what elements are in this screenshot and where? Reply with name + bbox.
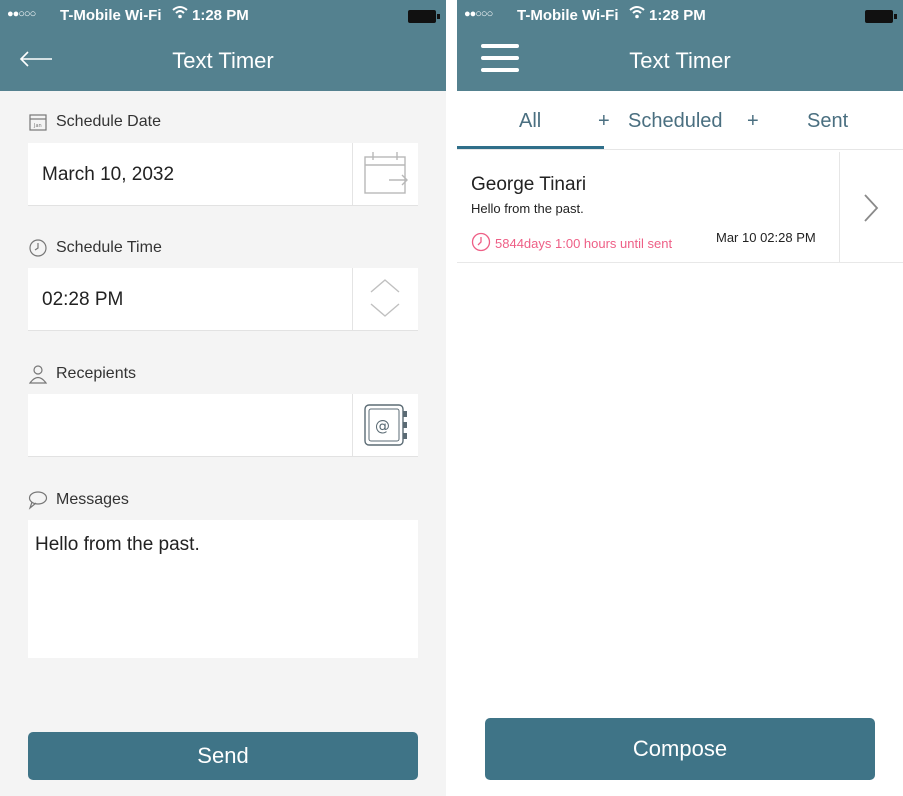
messages-label: Messages (28, 490, 129, 510)
chevron-down-icon (370, 303, 400, 317)
speech-bubble-icon (28, 490, 48, 510)
calendar-small-icon: Jan (28, 112, 48, 132)
message-list-screen: ●●○○○ T-Mobile Wi-Fi 1:28 PM Text Timer … (457, 0, 903, 796)
alarm-clock-icon (471, 232, 491, 255)
schedule-date-label-text: Schedule Date (56, 113, 161, 131)
svg-text:Jan: Jan (33, 123, 42, 129)
compose-screen: ●●○○○ T-Mobile Wi-Fi 1:28 PM Text Timer … (0, 0, 446, 796)
svg-text:@: @ (375, 417, 390, 435)
clock-icon (28, 238, 48, 258)
schedule-time-label: Schedule Time (28, 238, 162, 258)
schedule-time-label-text: Schedule Time (56, 239, 162, 257)
date-picker-button[interactable] (352, 143, 418, 205)
battery-icon (408, 10, 440, 23)
tab-bar: All + Scheduled + Sent (457, 91, 903, 150)
calendar-arrow-icon (364, 152, 408, 194)
time-stepper[interactable] (352, 268, 418, 330)
signal-strength-icon: ●●○○○ (464, 8, 493, 20)
schedule-date-value: March 10, 2032 (42, 164, 175, 185)
tab-scheduled[interactable]: Scheduled (628, 110, 723, 133)
recipients-label: Recepients (28, 364, 136, 384)
tab-separator: + (747, 110, 759, 132)
messages-label-text: Messages (56, 491, 129, 509)
status-time: 1:28 PM (649, 7, 706, 24)
list-item[interactable]: George Tinari Hello from the past. 5844d… (457, 152, 903, 263)
signal-strength-icon: ●●○○○ (7, 8, 36, 20)
schedule-date-label: Jan Schedule Date (28, 112, 161, 132)
recipients-field[interactable]: @ (28, 394, 418, 457)
wifi-icon (172, 5, 188, 24)
wifi-icon (629, 5, 645, 24)
open-message-button[interactable] (839, 152, 903, 262)
person-icon (28, 364, 48, 384)
send-button[interactable]: Send (28, 732, 418, 780)
status-time: 1:28 PM (192, 7, 249, 24)
recipients-label-text: Recepients (56, 365, 137, 383)
page-title: Text Timer (172, 48, 274, 73)
contacts-button[interactable]: @ (352, 394, 418, 456)
battery-icon (865, 10, 897, 23)
message-preview: Hello from the past. (471, 201, 584, 216)
schedule-time-value: 02:28 PM (42, 289, 124, 310)
nav-bar: Text Timer (0, 32, 446, 91)
nav-bar: Text Timer (457, 32, 903, 91)
message-text: Hello from the past. (35, 534, 200, 555)
page-title: Text Timer (629, 48, 731, 73)
carrier-name: T-Mobile Wi-Fi (517, 7, 619, 24)
status-bar: ●●○○○ T-Mobile Wi-Fi 1:28 PM (0, 0, 446, 32)
scheduled-date: Mar 10 02:28 PM (716, 230, 816, 245)
countdown-text: 5844days 1:00 hours until sent (495, 236, 673, 251)
carrier-name: T-Mobile Wi-Fi (60, 7, 162, 24)
screen-divider (446, 0, 457, 796)
compose-button[interactable]: Compose (485, 718, 875, 780)
recipient-name: George Tinari (471, 174, 587, 195)
tab-sent[interactable]: Sent (807, 110, 848, 133)
countdown: 5844days 1:00 hours until sent (471, 232, 672, 255)
status-bar: ●●○○○ T-Mobile Wi-Fi 1:28 PM (457, 0, 903, 32)
schedule-date-field[interactable]: March 10, 2032 (28, 143, 418, 206)
tab-all[interactable]: All (519, 110, 541, 133)
message-textarea[interactable]: Hello from the past. (28, 520, 418, 658)
schedule-time-field[interactable]: 02:28 PM (28, 268, 418, 331)
active-tab-indicator (457, 146, 604, 149)
tab-separator: + (598, 110, 610, 132)
chevron-up-icon (370, 279, 400, 293)
chevron-right-icon (864, 194, 879, 222)
address-book-icon: @ (364, 404, 407, 446)
